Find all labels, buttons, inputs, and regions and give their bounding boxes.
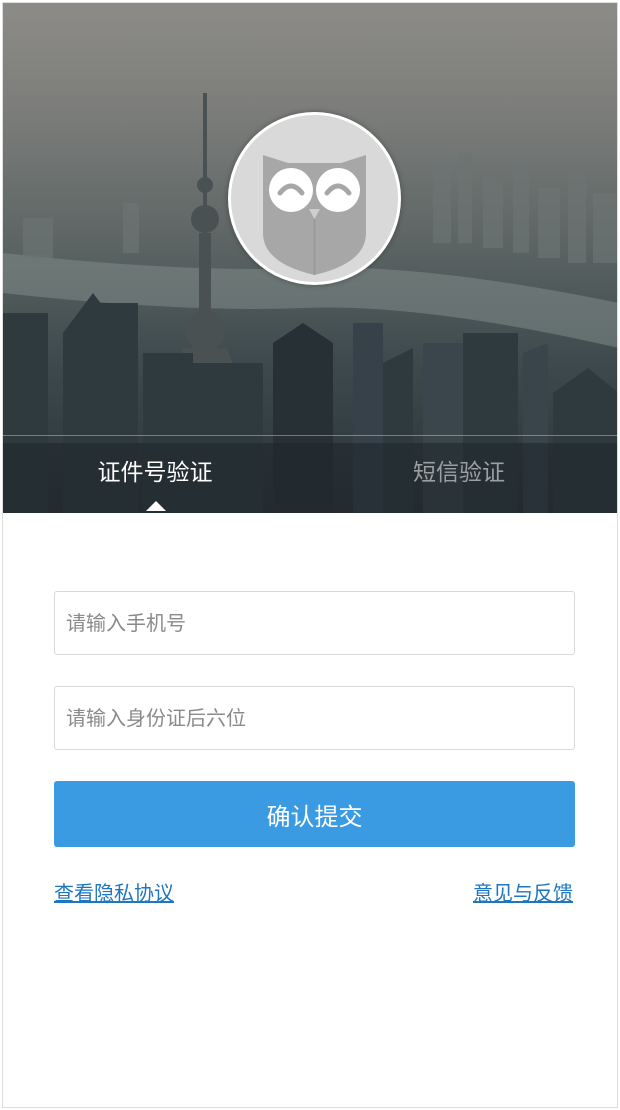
tab-divider <box>3 435 617 436</box>
feedback-link[interactable]: 意见与反馈 <box>473 877 573 906</box>
hero-banner: 证件号验证 短信验证 <box>3 3 617 513</box>
owl-logo-icon <box>231 115 398 282</box>
id-last-six-input[interactable] <box>54 686 575 750</box>
tab-id-verify[interactable]: 证件号验证 <box>55 443 255 503</box>
privacy-policy-link[interactable]: 查看隐私协议 <box>54 877 174 906</box>
page-frame: 证件号验证 短信验证 确认提交 查看隐私协议 意见与反馈 <box>2 2 618 1108</box>
submit-button[interactable]: 确认提交 <box>54 781 575 847</box>
tab-sms-verify[interactable]: 短信验证 <box>359 443 559 503</box>
active-tab-indicator <box>146 501 166 511</box>
phone-input[interactable] <box>54 591 575 655</box>
avatar <box>228 112 401 285</box>
